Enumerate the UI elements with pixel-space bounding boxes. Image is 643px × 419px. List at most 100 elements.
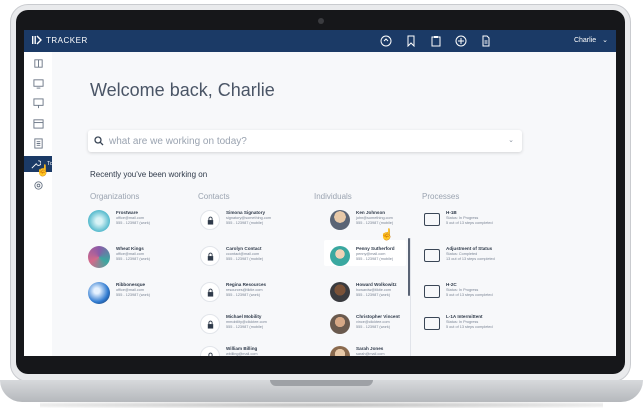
lock-icon xyxy=(200,246,220,266)
item-phone: 555 - 123987 (mobile) xyxy=(356,257,394,261)
item-email: sarah@mail.com xyxy=(356,352,385,356)
sidebar-item-book[interactable] xyxy=(30,56,46,70)
org-logo xyxy=(88,282,110,304)
list-item[interactable]: Christopher Vincent vince@clicktee.com 555… xyxy=(330,314,400,334)
sidebar-item-settings[interactable] xyxy=(30,178,46,192)
monitor-icon xyxy=(32,78,44,89)
list-item[interactable]: Sarah Jones sarah@mail.com xyxy=(330,346,385,356)
item-email: office@mail.com xyxy=(116,216,145,220)
item-status: Status: In Progress xyxy=(446,288,479,292)
sidebar-item-monitor[interactable] xyxy=(30,76,46,90)
sidebar-item-presentation[interactable] xyxy=(30,96,46,110)
list-item[interactable]: Carolyn Contact ccontact@mail.com 555 - 12… xyxy=(200,246,263,266)
lock-icon xyxy=(200,314,220,334)
folder-icon xyxy=(424,249,440,262)
list-item[interactable]: Howard Wolkowitz howardw@tiktie.com 555 - … xyxy=(330,282,397,302)
item-name: H-1B xyxy=(446,210,457,215)
sidebar-item-calendar[interactable] xyxy=(30,116,46,130)
item-phone: 555 - 123987 (work) xyxy=(116,293,150,297)
calendar-icon xyxy=(32,118,44,129)
chat-icon[interactable] xyxy=(378,33,394,49)
list-item[interactable]: Simona Signatory signatory@something.com 5… xyxy=(200,210,271,230)
item-steps: 13 out of 13 steps completed xyxy=(446,257,495,261)
list-item[interactable]: Wheat Kings office@mail.com 555 - 123987 (… xyxy=(88,246,150,268)
list-item[interactable]: Regina Resources resources@tiktie.com 555 … xyxy=(200,282,266,302)
list-item[interactable]: William Billing wbilling@mail.com xyxy=(200,346,258,356)
item-name: Wheat Kings xyxy=(116,246,144,251)
item-name: Ken Johnson xyxy=(356,210,386,215)
item-phone: 555 - 123987 (mobile) xyxy=(356,221,394,225)
top-bar: TRACKER Charlie ⌄ xyxy=(24,30,616,52)
org-logo xyxy=(88,246,110,268)
hand-cursor-icon: ☝ xyxy=(380,229,394,241)
folder-icon xyxy=(424,285,440,298)
item-email: mmobility@clicktee.com xyxy=(226,320,267,324)
sidebar: Tools ☝ xyxy=(24,52,64,356)
hand-cursor-icon: ☝ xyxy=(36,165,50,177)
item-email: resources@tiktie.com xyxy=(226,288,263,292)
item-email: wbilling@mail.com xyxy=(226,352,258,356)
list-item[interactable]: L-1A Intermittent Status: In Progress 5 ou… xyxy=(424,314,493,330)
chevron-down-icon[interactable]: ⌄ xyxy=(508,136,514,144)
item-name: Michael Mobility xyxy=(226,314,262,319)
brand[interactable]: TRACKER xyxy=(32,35,88,45)
settings-icon xyxy=(33,180,43,190)
item-name: Adjustment of Status xyxy=(446,246,493,251)
item-status: Status: Completed xyxy=(446,252,478,256)
item-phone: 555 - 123987 (work) xyxy=(116,257,150,261)
item-phone: 555 - 123987 (mobile) xyxy=(226,257,264,261)
app-screen: TRACKER Charlie ⌄ Tools ☝ Welcome back, … xyxy=(24,30,616,356)
item-email: howardw@tiktie.com xyxy=(356,288,392,292)
list-item[interactable]: H-1B Status: In Progress 5 out of 13 steps… xyxy=(424,210,493,226)
item-phone: 555 - 123987 (mobile) xyxy=(226,221,264,225)
sidebar-item-list[interactable] xyxy=(30,136,46,150)
topbar-actions xyxy=(378,33,494,49)
item-email: penny@mail.com xyxy=(356,252,386,256)
user-name: Charlie xyxy=(573,36,597,44)
folder-icon xyxy=(424,317,440,330)
item-phone: 555 - 123987 (work) xyxy=(356,325,390,329)
item-name: Sarah Jones xyxy=(356,346,384,351)
list-item[interactable]: H-2C Status: In Progress 5 out of 13 steps… xyxy=(424,282,493,298)
item-email: john@something.com xyxy=(356,216,393,220)
item-phone: 555 - 123987 (work) xyxy=(226,293,260,297)
user-menu[interactable]: Charlie ⌄ xyxy=(573,36,608,45)
avatar xyxy=(330,282,350,302)
item-email: office@mail.com xyxy=(116,252,145,256)
camera-icon xyxy=(318,18,324,24)
bookmark-icon[interactable] xyxy=(403,33,419,49)
column-organizations: Organizations xyxy=(90,192,140,201)
lock-icon xyxy=(200,210,220,230)
search-icon xyxy=(94,136,104,146)
item-email: vince@clicktee.com xyxy=(356,320,390,324)
list-item[interactable]: Michael Mobility mmobility@clicktee.com 55… xyxy=(200,314,267,334)
search-input[interactable]: what are we working on today? ⌄ xyxy=(88,130,522,152)
list-item[interactable]: Penny Sutherford penny@mail.com 555 - 1239… xyxy=(330,246,395,266)
folder-icon xyxy=(424,213,440,226)
item-name: Ribbonesque xyxy=(116,282,146,287)
recent-title: Recently you've been working on xyxy=(90,170,208,179)
document-icon[interactable] xyxy=(478,33,494,49)
avatar xyxy=(330,246,350,266)
item-email: signatory@something.com xyxy=(226,216,272,220)
list-item[interactable]: Frostware office@mail.com 555 - 123987 (wo… xyxy=(88,210,150,232)
list-item[interactable]: Adjustment of Status Status: Completed 13 … xyxy=(424,246,495,262)
list-item[interactable]: Ken Johnson john@something.com 555 - 12398… xyxy=(330,210,393,230)
lock-icon xyxy=(200,282,220,302)
item-email: office@mail.com xyxy=(116,288,145,292)
avatar xyxy=(330,346,350,356)
tracker-logo-icon xyxy=(32,35,42,45)
clipboard-icon[interactable] xyxy=(428,33,444,49)
search-placeholder: what are we working on today? xyxy=(109,135,247,147)
list-item[interactable]: Ribbonesque office@mail.com 555 - 123987 (… xyxy=(88,282,150,304)
column-contacts: Contacts xyxy=(198,192,230,201)
item-name: L-1A Intermittent xyxy=(446,314,483,319)
item-steps: 5 out of 13 steps completed xyxy=(446,221,493,225)
item-name: H-2C xyxy=(446,282,457,287)
add-circle-icon[interactable] xyxy=(453,33,469,49)
item-phone: 555 - 123987 (mobile) xyxy=(226,325,264,329)
item-name: Frostware xyxy=(116,210,138,215)
page-title: Welcome back, Charlie xyxy=(90,80,275,100)
avatar xyxy=(330,314,350,334)
item-name: Carolyn Contact xyxy=(226,246,262,251)
